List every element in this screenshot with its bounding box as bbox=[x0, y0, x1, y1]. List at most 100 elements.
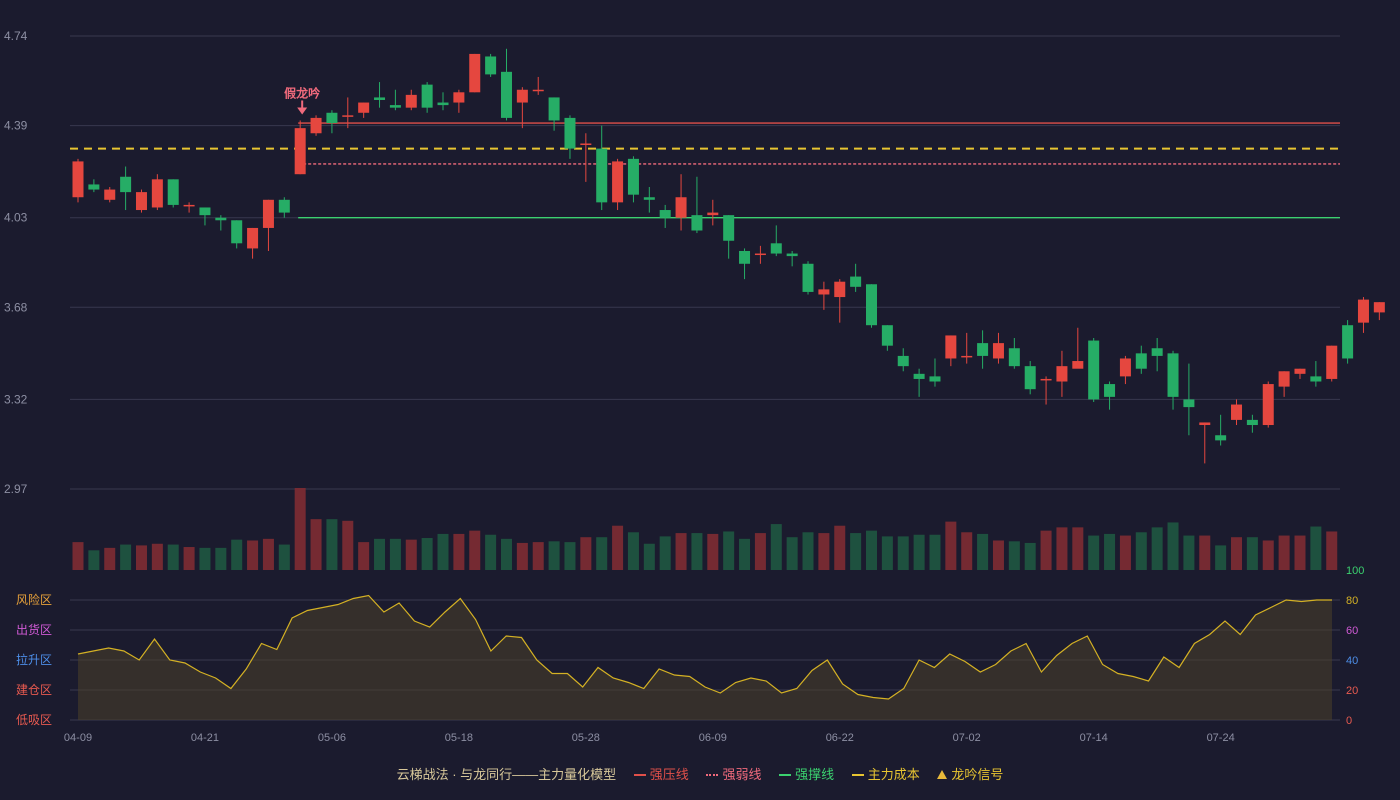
candle-body bbox=[564, 117, 576, 149]
volume-bar bbox=[580, 537, 592, 570]
candle-body bbox=[500, 71, 512, 118]
volume-bar bbox=[532, 542, 544, 570]
candle-body bbox=[1024, 366, 1036, 390]
candle-body bbox=[326, 112, 338, 124]
volume-bar bbox=[1262, 540, 1274, 570]
x-tick-label: 06-22 bbox=[826, 732, 854, 744]
candle-body bbox=[262, 199, 274, 228]
candle-body bbox=[1246, 419, 1258, 426]
osc-tick-label: 0 bbox=[1346, 715, 1352, 727]
candle-body bbox=[342, 115, 354, 117]
volume-bar bbox=[1215, 545, 1227, 570]
level-lines bbox=[70, 122, 1340, 219]
volume-bar bbox=[627, 532, 639, 570]
volume-bar bbox=[1151, 527, 1163, 570]
volume-bar bbox=[1326, 531, 1338, 570]
osc-tick-label: 60 bbox=[1346, 625, 1358, 637]
candle-body bbox=[1373, 302, 1385, 313]
candle-body bbox=[1008, 348, 1020, 367]
legend-label: 强撑线 bbox=[795, 767, 835, 782]
legend-item-strong-weak[interactable]: 强弱线 bbox=[706, 764, 761, 783]
candle-body bbox=[548, 97, 560, 121]
volume-bar bbox=[389, 538, 401, 570]
candle-body bbox=[374, 97, 386, 100]
volume-bar bbox=[104, 547, 116, 570]
candle-body bbox=[866, 284, 877, 326]
volume-bar bbox=[818, 533, 830, 570]
candle-body bbox=[1278, 371, 1290, 387]
legend-item-main-cost[interactable]: 主力成本 bbox=[851, 764, 920, 783]
signal-label: 假龙吟 bbox=[284, 85, 320, 100]
price-tick-label: 3.32 bbox=[4, 392, 28, 406]
candle-body bbox=[183, 204, 195, 207]
signal-markers: 假龙吟 bbox=[284, 85, 320, 115]
volume-bar bbox=[786, 537, 798, 570]
candle-body bbox=[707, 212, 719, 216]
volume-bar bbox=[881, 536, 893, 570]
candle-body bbox=[691, 215, 703, 231]
volume-bar bbox=[548, 541, 560, 570]
osc-tick-label: 40 bbox=[1346, 655, 1358, 667]
volume-bar bbox=[739, 538, 751, 570]
candle-body bbox=[294, 128, 306, 175]
volume-bar bbox=[612, 525, 624, 570]
x-tick-label: 04-09 bbox=[64, 732, 92, 744]
volume-bar bbox=[374, 538, 386, 570]
x-tick-label: 06-09 bbox=[699, 732, 727, 744]
candle-body bbox=[1215, 435, 1227, 441]
candle-body bbox=[770, 243, 782, 254]
candle-body bbox=[1135, 353, 1147, 369]
volume-bar bbox=[405, 539, 417, 570]
osc-zone-label: 建仓区 bbox=[16, 683, 52, 697]
volume-bar bbox=[643, 543, 655, 570]
volume-bar bbox=[707, 533, 719, 570]
volume-bar bbox=[1278, 535, 1290, 570]
legend-label: 龙吟信号 bbox=[951, 767, 1004, 782]
candle-body bbox=[739, 250, 751, 264]
volume-bar bbox=[1294, 535, 1306, 570]
volume-bar bbox=[183, 547, 195, 570]
volume-bar bbox=[1135, 532, 1147, 570]
candle-body bbox=[977, 343, 989, 356]
volume-bar bbox=[596, 537, 608, 570]
candle-body bbox=[231, 220, 243, 244]
volume-bar bbox=[199, 547, 211, 570]
legend-item-dragon-signal[interactable]: 龙吟信号 bbox=[937, 764, 1003, 783]
candles bbox=[72, 48, 1385, 464]
candle-body bbox=[1357, 299, 1369, 323]
volume-bar bbox=[1199, 535, 1211, 570]
candle-body bbox=[437, 102, 449, 106]
osc-zone-label: 出货区 bbox=[16, 622, 52, 637]
volume-bar bbox=[754, 533, 766, 570]
volume-bar bbox=[897, 536, 909, 570]
candle-body bbox=[1167, 353, 1179, 397]
volume-bar bbox=[1167, 522, 1179, 570]
candle-body bbox=[881, 325, 893, 346]
volume-bar bbox=[723, 531, 735, 570]
volume-bar bbox=[675, 533, 687, 570]
legend-item-strong-pressure[interactable]: 强压线 bbox=[633, 764, 689, 783]
candle-body bbox=[580, 143, 592, 145]
grid bbox=[70, 35, 1340, 721]
x-tick-label: 07-24 bbox=[1207, 732, 1235, 744]
volume-bar bbox=[469, 530, 481, 570]
candle-body bbox=[913, 373, 925, 379]
volume-bar bbox=[437, 533, 449, 570]
price-tick-label: 4.74 bbox=[4, 29, 28, 43]
candle-body bbox=[1199, 422, 1211, 426]
volume-bar bbox=[358, 542, 370, 570]
candle-body bbox=[612, 161, 624, 203]
legend-item-strong-support[interactable]: 强撑线 bbox=[779, 764, 834, 783]
candle-body bbox=[516, 89, 528, 103]
candle-body bbox=[199, 207, 211, 216]
candle-body bbox=[421, 84, 433, 108]
price-tick-label: 4.39 bbox=[4, 119, 28, 133]
osc-tick-label: 80 bbox=[1346, 595, 1358, 607]
volume-bar bbox=[1008, 541, 1020, 570]
candle-body bbox=[1088, 340, 1100, 400]
price-tick-label: 4.03 bbox=[4, 211, 28, 225]
legend-title: 云梯战法 · 与龙同行——主力量化模型 bbox=[396, 767, 617, 782]
osc-area bbox=[78, 595, 1332, 720]
volume-bar bbox=[1104, 533, 1116, 570]
volume-bar bbox=[1246, 537, 1258, 570]
